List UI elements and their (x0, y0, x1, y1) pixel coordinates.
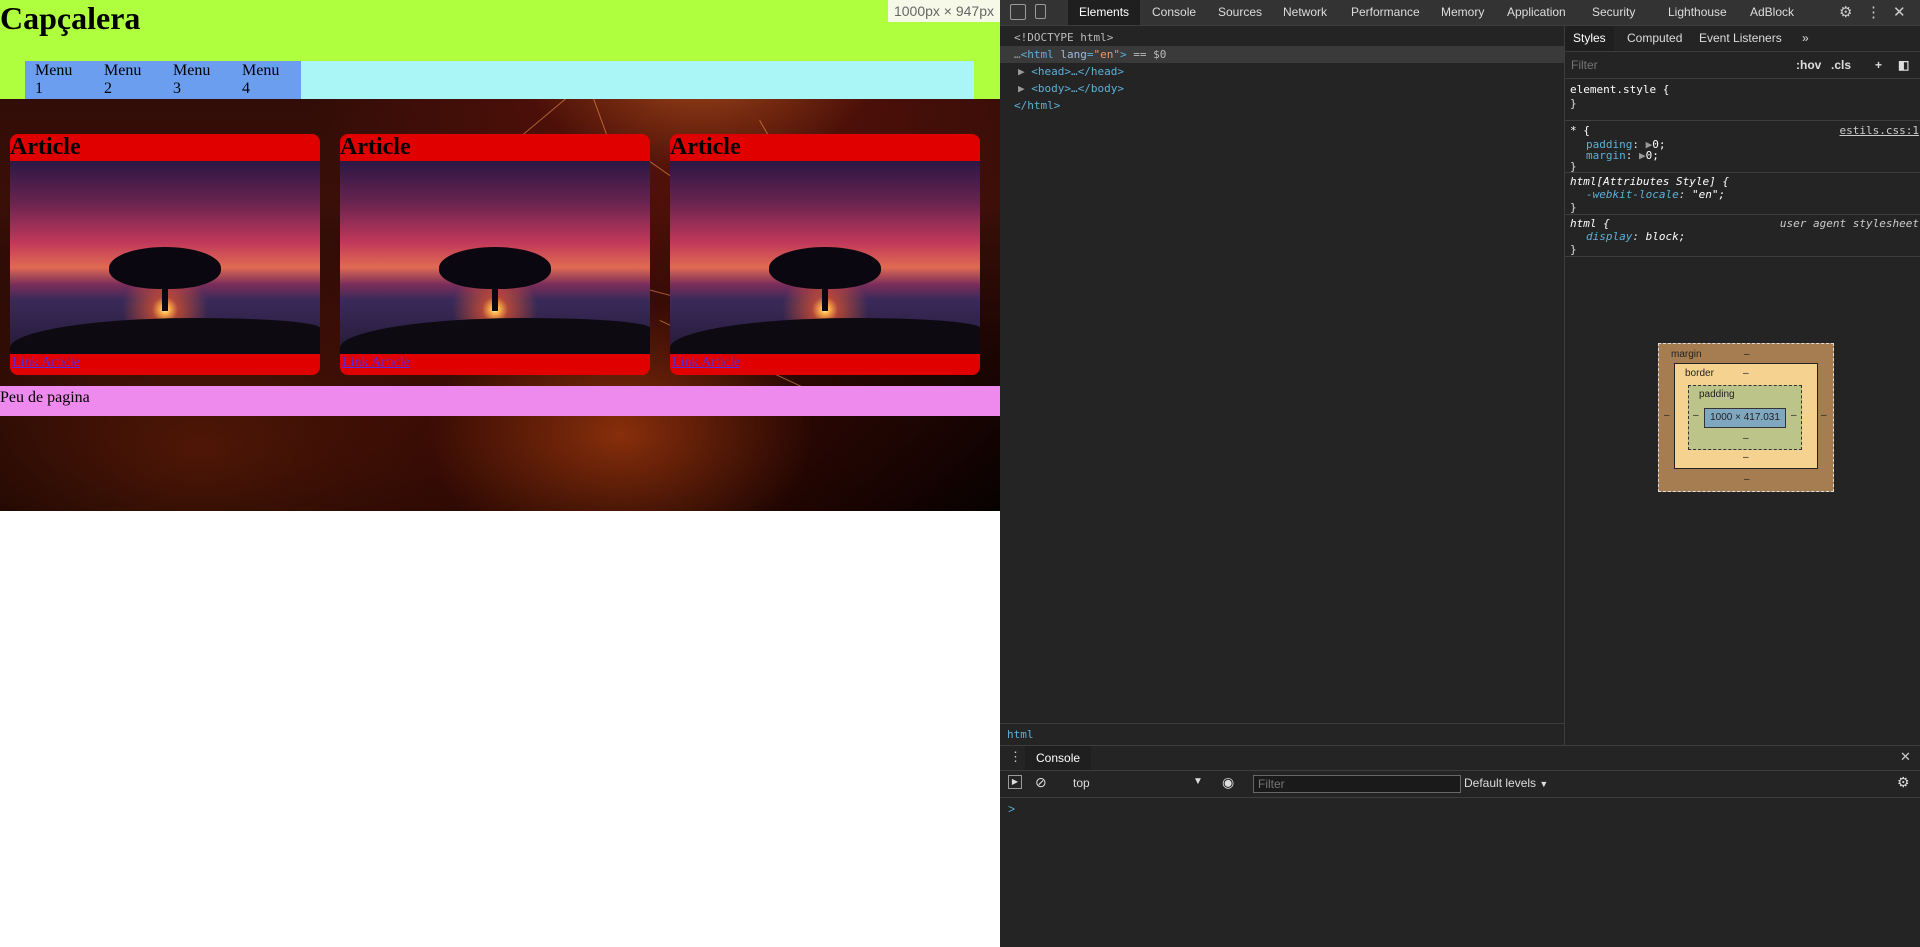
menu-item-4[interactable]: Menu 4 (232, 62, 301, 98)
page-header: Capçalera 1000px × 947px Menu 1 Menu 2 M… (0, 0, 1000, 99)
console-drawer: ⋮ Console ✕ ▶ ⊘ top ▼ ◉ Default levels ▼… (1000, 745, 1920, 947)
cls-button[interactable]: .cls (1831, 58, 1851, 72)
clear-console-icon[interactable]: ⊘ (1035, 774, 1047, 791)
styles-filter-bar: :hov .cls + ◧ (1565, 52, 1920, 79)
stylesheet-link[interactable]: estils.css:1 (1840, 124, 1919, 137)
tab-lighthouse[interactable]: Lighthouse (1657, 0, 1738, 25)
hov-button[interactable]: :hov (1796, 58, 1821, 72)
article-card: Article Link Article (340, 134, 650, 375)
drawer-tab-console[interactable]: Console (1025, 746, 1092, 770)
rule-html-ua[interactable]: html { user agent stylesheet display: bl… (1565, 215, 1920, 257)
drawer-tab-bar: ⋮ Console ✕ (1000, 746, 1920, 771)
menu: Menu 1 Menu 2 Menu 3 Menu 4 (25, 61, 301, 99)
elements-dom-tree: <!DOCTYPE html> …<html lang="en"> == $0 … (1000, 26, 1564, 723)
close-drawer-icon[interactable]: ✕ (1900, 749, 1911, 765)
toggle-sidebar-icon[interactable]: ◧ (1898, 58, 1909, 72)
box-model-diagram: margin – – – – border – – padding – – – … (1658, 343, 1834, 492)
tab-event-listeners[interactable]: Event Listeners (1691, 26, 1790, 51)
tab-memory[interactable]: Memory (1430, 0, 1495, 25)
menu-item-1[interactable]: Menu 1 (25, 62, 94, 98)
inspect-element-icon[interactable] (1010, 4, 1026, 20)
eye-icon[interactable]: ◉ (1222, 774, 1234, 791)
dom-html-close[interactable]: </html> (1014, 97, 1060, 114)
sidebar-toggle-icon[interactable]: ▶ (1008, 775, 1022, 789)
context-select[interactable]: top (1073, 776, 1090, 790)
article-link[interactable]: Link Article (342, 355, 410, 371)
tab-console[interactable]: Console (1141, 0, 1207, 25)
menu-item-3[interactable]: Menu 3 (163, 62, 232, 98)
new-rule-icon[interactable]: + (1875, 58, 1882, 72)
console-filter-input[interactable] (1253, 775, 1461, 793)
article-card: Article Link Article (10, 134, 320, 375)
styles-filter-input[interactable] (1569, 56, 1783, 74)
devtools-panel: Elements Console Sources Network Perform… (1000, 0, 1920, 947)
tab-elements[interactable]: Elements (1068, 0, 1141, 25)
tab-performance[interactable]: Performance (1340, 0, 1431, 25)
nav-bar: Menu 1 Menu 2 Menu 3 Menu 4 (25, 61, 974, 99)
tab-security[interactable]: Security (1581, 0, 1646, 25)
settings-gear-icon[interactable]: ⚙ (1839, 3, 1852, 21)
rule-element-style[interactable]: element.style { } (1565, 79, 1920, 121)
box-model-padding: padding – – – 1000 × 417.031 (1688, 385, 1802, 450)
article-title: Article (10, 134, 81, 160)
tab-computed[interactable]: Computed (1619, 26, 1690, 51)
drawer-menu-icon[interactable]: ⋮ (1009, 749, 1022, 765)
more-tabs-icon[interactable]: » (1794, 26, 1817, 51)
article-title: Article (340, 134, 411, 160)
console-toolbar: ▶ ⊘ top ▼ ◉ Default levels ▼ ⚙ (1000, 771, 1920, 798)
page-footer: Peu de pagina (0, 386, 1000, 416)
dom-head-node[interactable]: ▶ <head>…</head> (1018, 63, 1124, 80)
page-viewport: Capçalera 1000px × 947px Menu 1 Menu 2 M… (0, 0, 1000, 946)
tab-network[interactable]: Network (1272, 0, 1338, 25)
chevron-down-icon[interactable]: ▼ (1193, 776, 1203, 787)
tab-application[interactable]: Application (1496, 0, 1577, 25)
footer-text: Peu de pagina (0, 389, 90, 406)
console-settings-gear-icon[interactable]: ⚙ (1897, 774, 1910, 791)
breadcrumb: html (1000, 723, 1564, 746)
dom-body-node[interactable]: ▶ <body>…</body> (1018, 80, 1124, 97)
breadcrumb-html[interactable]: html (1007, 728, 1034, 741)
article-image (340, 161, 650, 354)
styles-tab-bar: Styles Computed Event Listeners » (1565, 26, 1920, 52)
rule-attributes-style[interactable]: html[Attributes Style] { -webkit-locale:… (1565, 173, 1920, 215)
article-title: Article (670, 134, 741, 160)
box-model-content-size[interactable]: 1000 × 417.031 (1704, 408, 1786, 428)
dom-doctype[interactable]: <!DOCTYPE html> (1014, 29, 1113, 46)
close-devtools-icon[interactable]: ✕ (1893, 3, 1906, 21)
article-image (670, 161, 980, 354)
viewport-size-badge: 1000px × 947px (887, 0, 1000, 22)
dom-html-node[interactable]: …<html lang="en"> == $0 (1000, 46, 1564, 63)
menu-item-2[interactable]: Menu 2 (94, 62, 163, 98)
article-card: Article Link Article (670, 134, 980, 375)
tab-styles[interactable]: Styles (1565, 26, 1614, 51)
rule-universal[interactable]: * { estils.css:1 padding: ▶0; margin: ▶0… (1565, 121, 1920, 173)
devtools-tab-bar: Elements Console Sources Network Perform… (1000, 0, 1920, 26)
console-prompt[interactable]: > (1008, 802, 1015, 816)
header-title: Capçalera (0, 0, 141, 36)
article-link[interactable]: Link Article (672, 355, 740, 371)
box-model-border: border – – padding – – – 1000 × 417.031 (1674, 363, 1818, 469)
article-image (10, 161, 320, 354)
tab-adblock[interactable]: AdBlock (1739, 0, 1805, 25)
device-toolbar-icon[interactable] (1035, 4, 1046, 19)
log-levels-select[interactable]: Default levels ▼ (1464, 776, 1548, 790)
article-link[interactable]: Link Article (12, 355, 80, 371)
styles-pane: Styles Computed Event Listeners » :hov .… (1564, 26, 1920, 745)
tab-sources[interactable]: Sources (1207, 0, 1273, 25)
more-menu-icon[interactable]: ⋮ (1866, 3, 1881, 21)
